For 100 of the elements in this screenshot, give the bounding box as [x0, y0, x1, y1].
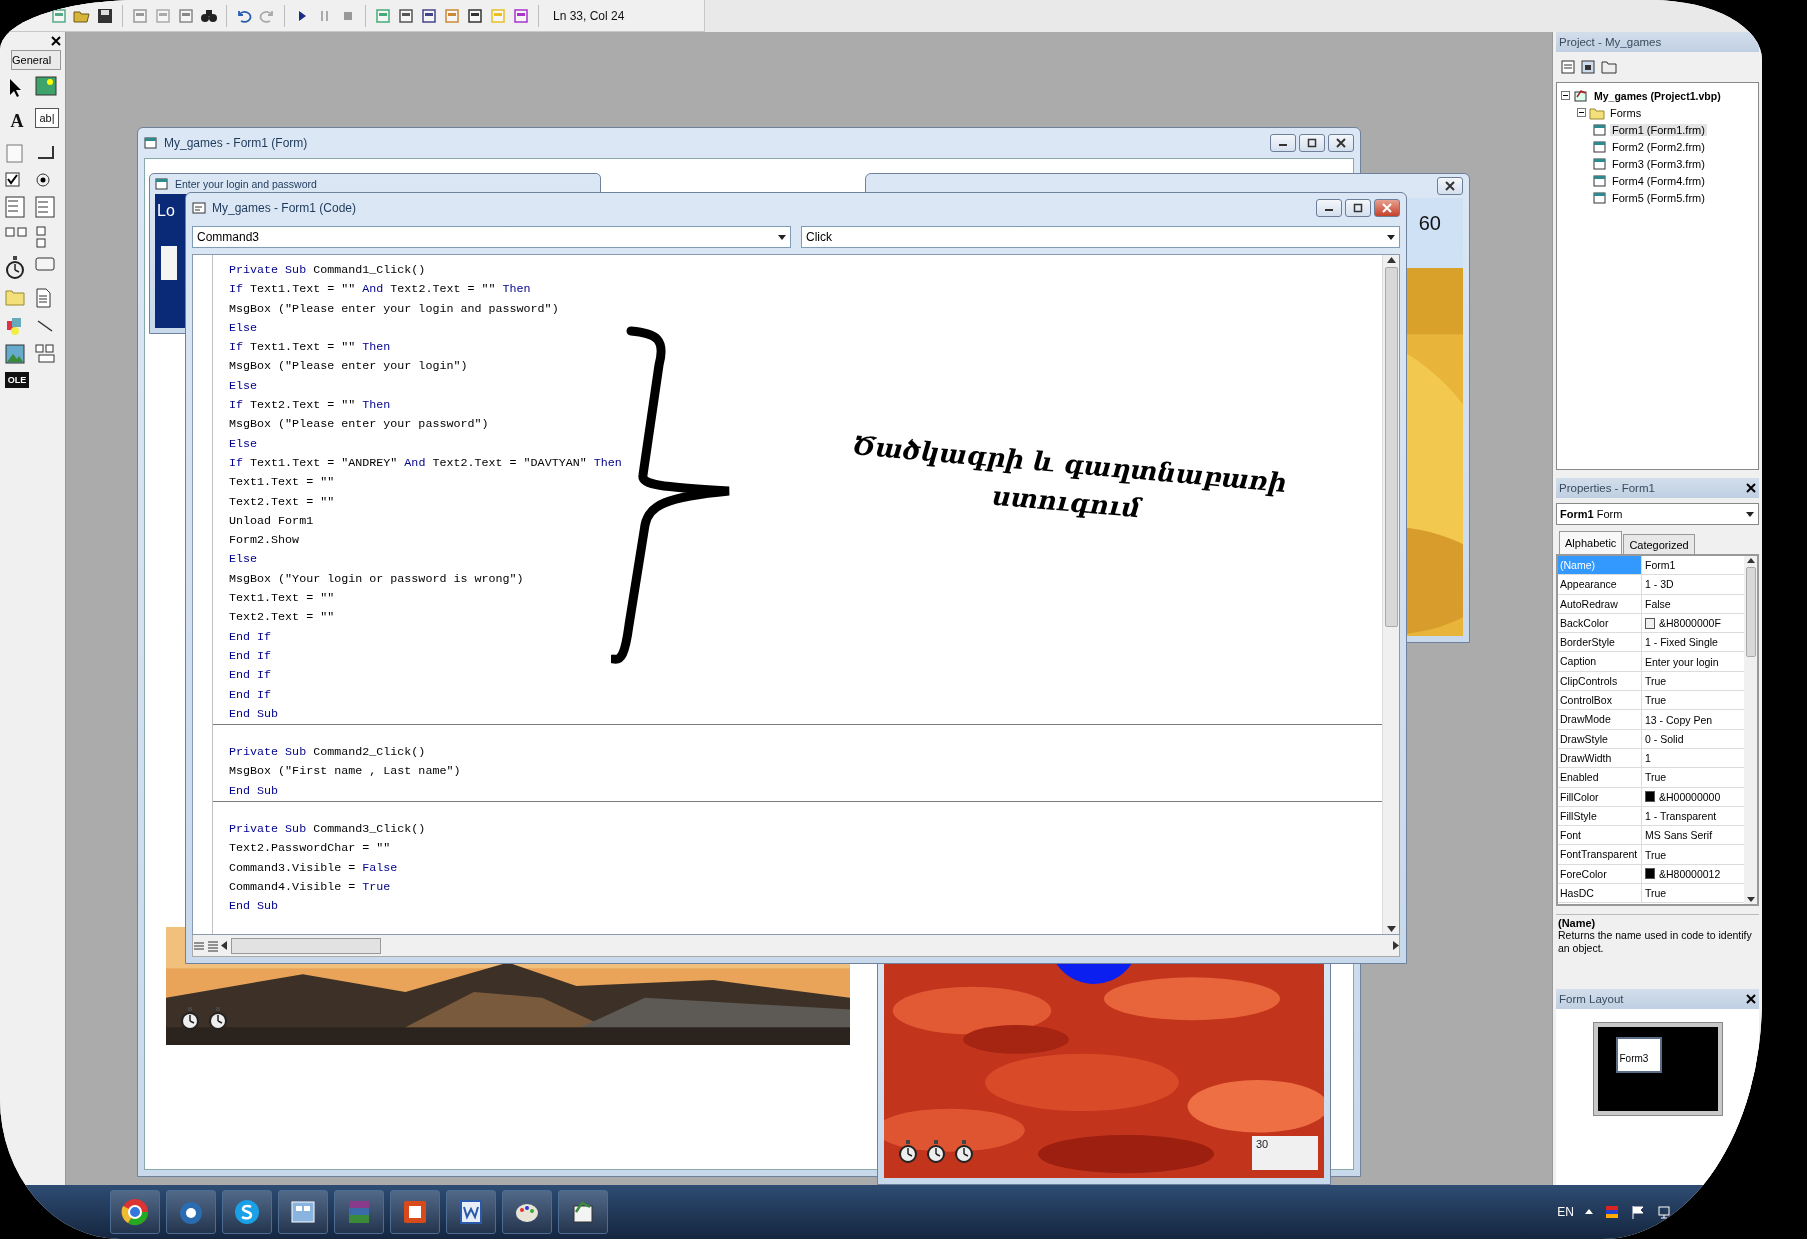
toggle-folders-icon[interactable] — [1600, 59, 1618, 75]
property-value[interactable]: False — [1645, 594, 1671, 613]
property-value[interactable]: &H80000012 — [1659, 864, 1721, 883]
ole-tool[interactable]: OLE — [5, 372, 29, 388]
properties-tab[interactable]: Alphabetic — [1559, 531, 1623, 554]
code-line: End If — [229, 667, 272, 685]
scrollbar-thumb[interactable] — [231, 937, 381, 954]
stopwatch-icon — [180, 1007, 200, 1031]
taskbar-app[interactable] — [222, 1190, 272, 1234]
property-name[interactable]: Caption — [1558, 652, 1642, 671]
tree-item[interactable]: My_games (Project1.vbp) — [1592, 89, 1723, 102]
property-value[interactable]: True — [1645, 691, 1667, 710]
tree-item[interactable]: Forms — [1608, 106, 1644, 119]
property-value[interactable]: True — [1645, 671, 1667, 690]
taskbar-app[interactable] — [502, 1190, 552, 1234]
property-name[interactable]: BorderStyle — [1558, 633, 1642, 652]
textbox-tool[interactable]: ab| — [35, 108, 59, 128]
radio-icon[interactable] — [35, 172, 51, 188]
scroll-left-icon[interactable] — [221, 941, 229, 950]
scroll-right-icon[interactable] — [1391, 941, 1399, 950]
procedure-view-icon[interactable] — [193, 939, 205, 952]
tree-item[interactable]: Form2 (Form2.frm) — [1610, 140, 1707, 153]
property-name[interactable]: HasDC — [1558, 884, 1642, 903]
tree-item[interactable]: Form3 (Form3.frm) — [1610, 157, 1707, 170]
scrollbar-thumb[interactable] — [1384, 267, 1398, 627]
tray-arrow-icon[interactable] — [1584, 1207, 1594, 1217]
toolbox-tab[interactable]: General — [11, 50, 61, 70]
property-value[interactable]: True — [1645, 884, 1667, 903]
property-value[interactable]: &H8000000F — [1659, 614, 1721, 633]
scroll-down-icon[interactable] — [1386, 926, 1396, 932]
property-name[interactable]: ControlBox — [1558, 691, 1642, 710]
object-dropdown[interactable]: Form1 Form — [1556, 503, 1759, 525]
panel-title: Properties - Form1 — [1559, 482, 1655, 494]
property-name[interactable]: Enabled — [1558, 768, 1642, 787]
property-name[interactable]: Font — [1558, 826, 1642, 845]
property-value[interactable]: MS Sans Serif — [1645, 826, 1713, 845]
collapse-icon[interactable] — [1561, 91, 1570, 100]
tree-item[interactable]: Form4 (Form4.frm) — [1610, 174, 1707, 187]
close-icon — [51, 36, 61, 46]
scroll-up-icon[interactable] — [1746, 558, 1755, 563]
property-name[interactable]: FontTransparent — [1558, 845, 1642, 864]
taskbar-app[interactable] — [110, 1190, 160, 1234]
property-value[interactable]: True — [1645, 845, 1667, 864]
checkbox-icon[interactable] — [5, 172, 21, 188]
scroll-up-icon[interactable] — [1386, 257, 1396, 263]
text-field[interactable] — [161, 246, 177, 280]
code-line: If Text2.Text = "" Then — [229, 397, 391, 415]
stopwatch-icon — [5, 256, 25, 280]
vertical-scrollbar-icon[interactable] — [35, 226, 47, 248]
property-value[interactable]: 1 - Transparent — [1645, 807, 1717, 825]
network-icon[interactable] — [1656, 1204, 1672, 1220]
scroll-down-icon[interactable] — [1746, 897, 1755, 902]
close-button[interactable] — [1437, 177, 1463, 195]
object-dropdown[interactable]: Command3 — [192, 226, 791, 248]
minimize-button[interactable] — [1316, 199, 1342, 217]
property-value[interactable]: True — [1645, 768, 1667, 787]
control-panel-icon — [289, 1198, 317, 1226]
property-name[interactable]: Appearance — [1558, 575, 1642, 594]
code-line: End If — [229, 647, 272, 665]
language-indicator[interactable]: EN — [1557, 1205, 1574, 1219]
flag-icon[interactable] — [1604, 1204, 1620, 1220]
code-line: Command3.Visible = False — [229, 859, 398, 877]
property-value[interactable]: 1 - 3D — [1645, 575, 1674, 594]
code-line: End Sub — [229, 898, 279, 916]
collapse-icon[interactable] — [1577, 108, 1586, 117]
taskbar-app[interactable] — [278, 1190, 328, 1234]
maximize-button[interactable] — [1345, 199, 1371, 217]
property-value[interactable]: Form1 — [1645, 556, 1676, 575]
horizontal-scrollbar-icon[interactable] — [5, 226, 27, 238]
text-field[interactable]: 30 — [1252, 1136, 1318, 1170]
close-icon — [1336, 138, 1346, 148]
property-value[interactable]: &H00000000 — [1659, 787, 1721, 806]
property-value[interactable]: 0 - Solid — [1645, 729, 1684, 748]
tree-item[interactable]: Form1 (Form1.frm) — [1610, 123, 1707, 136]
taskbar-app[interactable] — [390, 1190, 440, 1234]
tree-item[interactable]: Form5 (Form5.frm) — [1610, 191, 1707, 204]
form-preview[interactable]: Form3 — [1615, 1037, 1662, 1073]
code-line: Else — [229, 435, 258, 453]
presentation-icon — [401, 1198, 429, 1226]
code-line: End If — [229, 628, 272, 646]
maximize-button[interactable] — [1299, 134, 1325, 152]
taskbar-app[interactable] — [166, 1190, 216, 1234]
picture-icon[interactable] — [35, 76, 57, 96]
property-value[interactable]: 1 — [1645, 749, 1651, 768]
property-value[interactable]: Enter your login — [1645, 652, 1719, 671]
taskbar-app[interactable] — [446, 1190, 496, 1234]
taskbar-app[interactable] — [558, 1190, 608, 1234]
stopwatch-icon — [898, 1140, 918, 1164]
close-button[interactable] — [1328, 134, 1354, 152]
property-name[interactable]: DrawMode — [1558, 710, 1642, 729]
file-list-icon[interactable] — [35, 288, 51, 308]
properties-tab[interactable]: Categorized — [1623, 534, 1695, 554]
scrollbar-thumb[interactable] — [1745, 567, 1756, 657]
minimize-button[interactable] — [1270, 134, 1296, 152]
property-value[interactable]: 13 - Copy Pen — [1645, 710, 1713, 729]
save-icon[interactable] — [96, 6, 114, 25]
form-icon — [1593, 156, 1607, 171]
property-value[interactable]: 1 - Fixed Single — [1645, 633, 1718, 652]
procedure-dropdown[interactable]: Click — [801, 226, 1400, 248]
label-tool[interactable]: A — [5, 108, 29, 134]
